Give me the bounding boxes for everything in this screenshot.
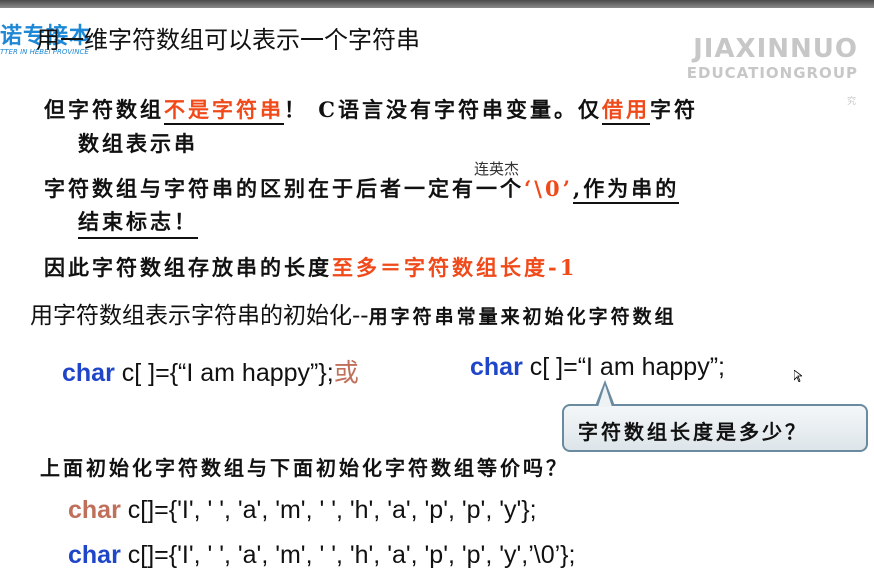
code-text: c[]={'I', ' ', 'a', 'm', ' ', 'h', 'a', … [120,541,576,569]
note-text: ！ C语言没有字符串变量。仅 [284,97,603,122]
code-keyword: char [62,359,115,387]
note-highlight: 不是字符串 [164,97,284,125]
note-text: 字符数组与字符串的区别在于后者一定有一个 [44,176,524,201]
code-keyword: char [68,496,121,524]
note-text: ,作为串的 [572,176,680,204]
note-line-1b: 数组表示串 [78,131,198,156]
note-line-2b: 结束标志！ [78,206,198,239]
watermark-line2: EDUCATIONGROUP [686,64,858,82]
heading-handwritten: 用字符串常量来初始化字符数组 [368,306,677,328]
code-keyword: char [68,541,121,569]
note-text: 字符 [650,97,699,122]
watermark-line3: 究 [846,97,856,107]
code-text: c[]={'I', ' ', 'a', 'm', ' ', 'h', 'a', … [120,496,537,524]
code-example-3: char c[]={'I', ' ', 'a', 'm', ' ', 'h', … [68,496,537,525]
note-text: 但字符数组 [44,97,164,122]
watermark-line1: JIAXINNUO [693,34,858,64]
code-text: c[ ]={“I am happy”}; [114,359,334,387]
callout-text: 字符数组长度是多少？ [578,420,808,444]
code-example-2: char c[ ]=“I am happy”; [470,353,725,382]
code-or: 或 [333,359,359,387]
question-line: 上面初始化字符数组与下面初始化字符数组等价吗？ [40,456,569,480]
note-highlight: 借用 [602,97,651,125]
section-heading: 用字符数组表示字符串的初始化--用字符串常量来初始化字符数组 [30,296,677,330]
callout-pointer-fill [598,385,612,407]
note-line-3: 因此字符数组存放串的长度至多＝字符数组长度-1 [44,252,577,282]
note-highlight: ‘\0’ [524,176,573,201]
top-bar [0,0,874,8]
heading-main: 用字符数组表示字符串的初始化-- [30,303,369,329]
code-example-4: char c[]={'I', ' ', 'a', 'm', ' ', 'h', … [68,541,575,570]
note-text: 因此字符数组存放串的长度 [44,255,332,280]
slide-title: 用一维字符数组可以表示一个字符串 [36,26,420,54]
note-line-2: 字符数组与字符串的区别在于后者一定有一个‘\0’,作为串的 [44,173,680,204]
code-keyword: char [470,353,523,381]
code-text: c[ ]=“I am happy”; [522,353,725,381]
code-example-1: char c[ ]={“I am happy”};或 [62,353,359,389]
note-line-1: 但字符数组不是字符串！ C语言没有字符串变量。仅借用字符 [44,94,699,125]
mouse-cursor-icon [794,370,802,382]
note-highlight: 至多＝字符数组长度-1 [332,255,578,280]
